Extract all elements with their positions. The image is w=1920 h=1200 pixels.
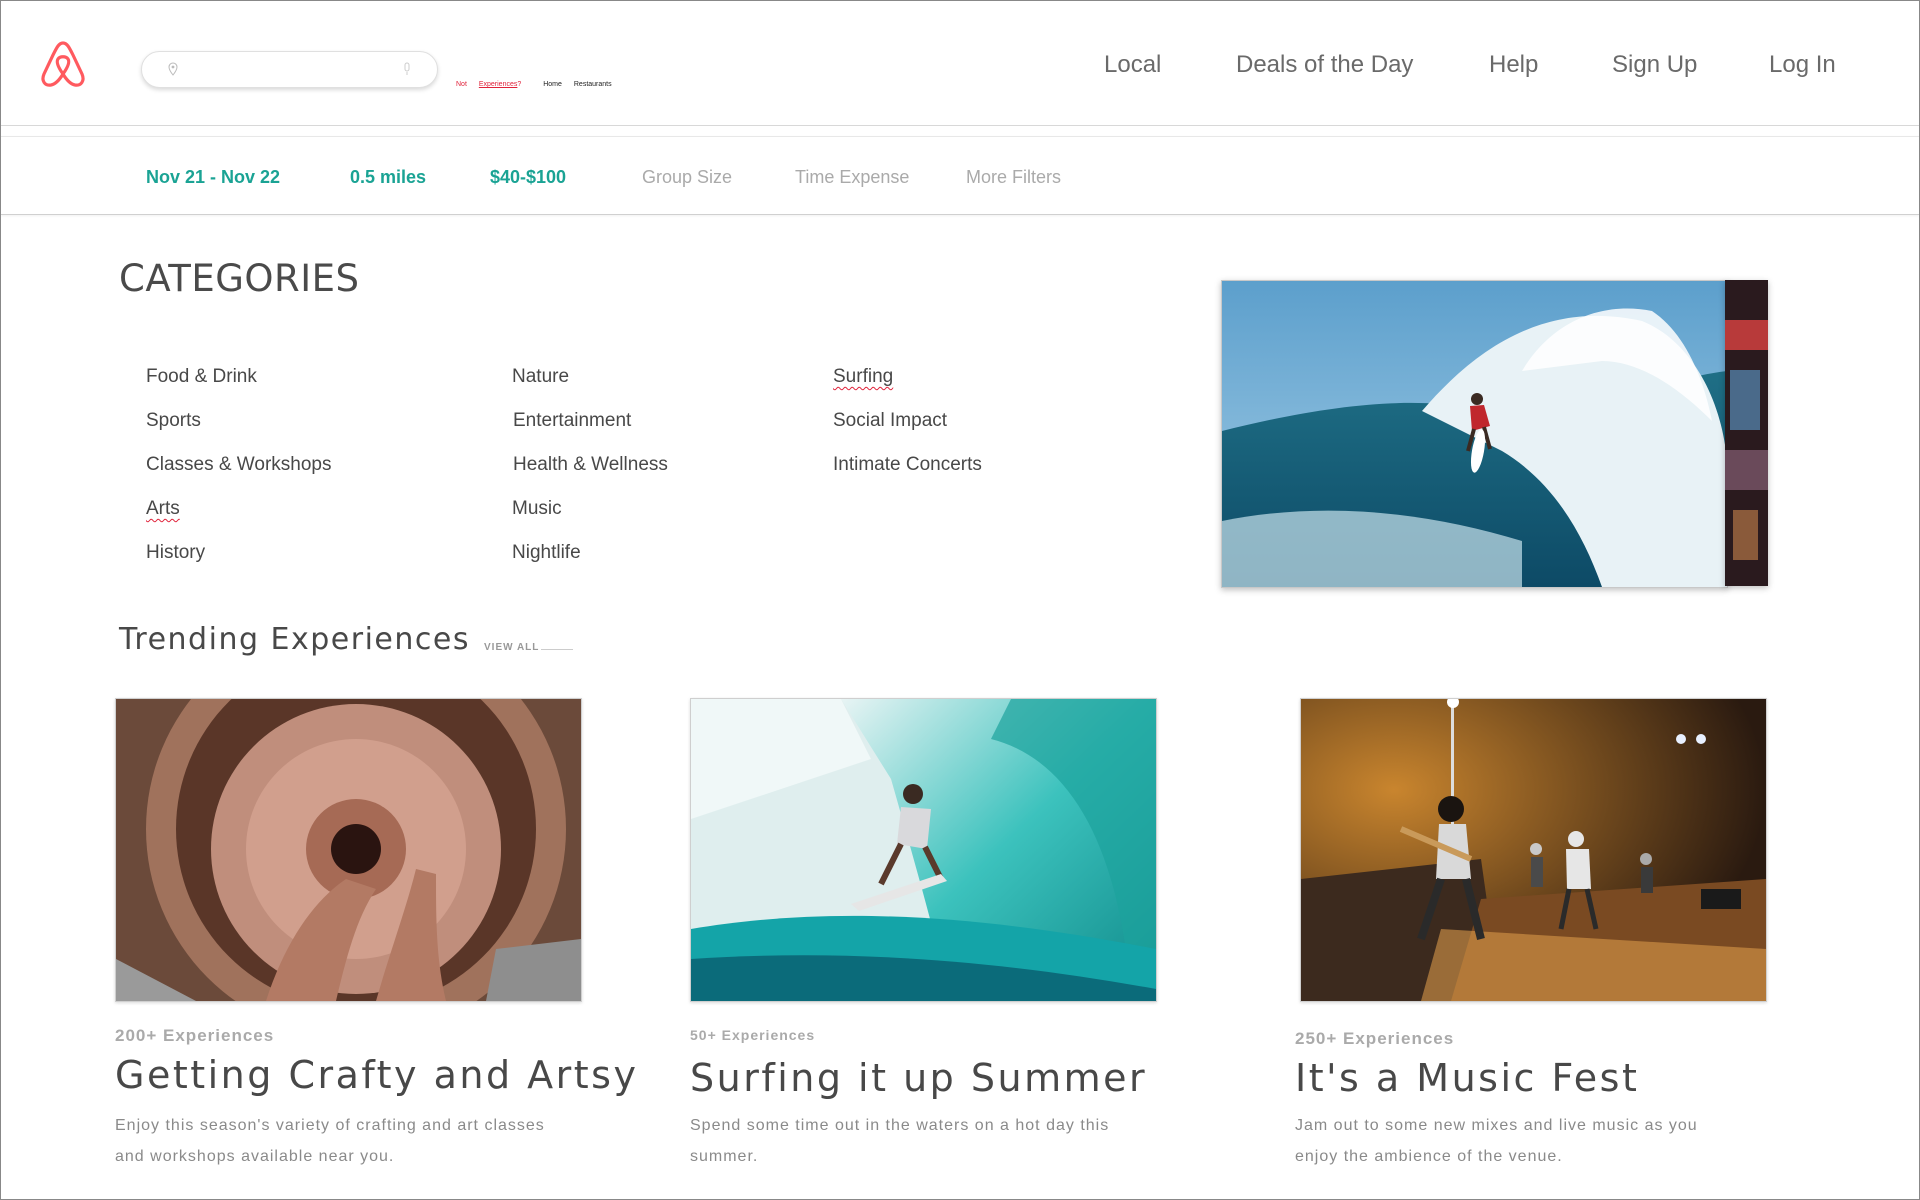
category-music[interactable]: Music xyxy=(512,498,562,520)
card-title-surfing[interactable]: Surfing it up Summer xyxy=(690,1056,1147,1100)
search-input[interactable] xyxy=(141,51,438,88)
home-link[interactable]: Home xyxy=(543,81,562,88)
card-image-crafty[interactable] xyxy=(115,698,582,1002)
trending-heading: Trending Experiences xyxy=(119,622,470,657)
card-title-music[interactable]: It's a Music Fest xyxy=(1295,1056,1639,1100)
card-image-music[interactable] xyxy=(1300,698,1767,1002)
category-entertainment[interactable]: Entertainment xyxy=(513,410,631,432)
view-all-link[interactable]: VIEW ALL xyxy=(484,642,539,653)
card-desc-crafty: Enjoy this season's variety of crafting … xyxy=(115,1117,545,1165)
card-desc-surfing: Spend some time out in the waters on a h… xyxy=(690,1117,1110,1165)
nav-deals-of-the-day[interactable]: Deals of the Day xyxy=(1236,51,1413,79)
category-nature[interactable]: Nature xyxy=(512,366,569,388)
categories-heading: CATEGORIES xyxy=(119,257,360,300)
category-food-drink[interactable]: Food & Drink xyxy=(146,366,257,388)
card-title-crafty[interactable]: Getting Crafty and Artsy xyxy=(115,1053,638,1097)
airbnb-logo-icon[interactable] xyxy=(39,39,87,89)
category-health-wellness[interactable]: Health & Wellness xyxy=(513,454,668,476)
card-image-surfing[interactable] xyxy=(690,698,1157,1002)
featured-side-image[interactable] xyxy=(1725,280,1768,586)
filter-bar: Nov 21 - Nov 22 0.5 miles $40-$100 Group… xyxy=(1,136,1919,215)
filter-time-expense[interactable]: Time Expense xyxy=(795,167,909,188)
filter-distance[interactable]: 0.5 miles xyxy=(350,167,426,188)
view-all-underline xyxy=(541,649,573,650)
location-pin-icon xyxy=(168,62,178,76)
nav-sign-up[interactable]: Sign Up xyxy=(1612,51,1697,79)
not-experiences-link[interactable]: Not Experiences? xyxy=(456,81,531,88)
filter-group-size[interactable]: Group Size xyxy=(642,167,732,188)
card-count-crafty: 200+ Experiences xyxy=(115,1026,275,1045)
microphone-icon[interactable] xyxy=(403,62,411,76)
category-intimate-concerts[interactable]: Intimate Concerts xyxy=(833,454,982,476)
nav-local[interactable]: Local xyxy=(1104,51,1161,79)
category-sports[interactable]: Sports xyxy=(146,410,201,432)
category-classes-workshops[interactable]: Classes & Workshops xyxy=(146,454,332,476)
mini-links: Not Experiences? Home Restaurants xyxy=(456,81,622,88)
filter-dates[interactable]: Nov 21 - Nov 22 xyxy=(146,167,280,188)
restaurants-link[interactable]: Restaurants xyxy=(574,81,612,88)
card-count-music: 250+ Experiences xyxy=(1295,1029,1455,1048)
category-history[interactable]: History xyxy=(146,542,205,564)
card-desc-music: Jam out to some new mixes and live music… xyxy=(1295,1117,1698,1165)
nav-log-in[interactable]: Log In xyxy=(1769,51,1836,79)
category-arts[interactable]: Arts xyxy=(146,498,180,520)
card-count-surfing: 50+ Experiences xyxy=(690,1027,816,1043)
category-social-impact[interactable]: Social Impact xyxy=(833,410,947,432)
category-surfing[interactable]: Surfing xyxy=(833,366,893,388)
nav-help[interactable]: Help xyxy=(1489,51,1538,79)
category-nightlife[interactable]: Nightlife xyxy=(512,542,581,564)
filter-price[interactable]: $40-$100 xyxy=(490,167,566,188)
top-header: Not Experiences? Home Restaurants Local … xyxy=(1,1,1919,126)
featured-surfing-image[interactable] xyxy=(1221,280,1728,588)
filter-more-filters[interactable]: More Filters xyxy=(966,167,1061,188)
